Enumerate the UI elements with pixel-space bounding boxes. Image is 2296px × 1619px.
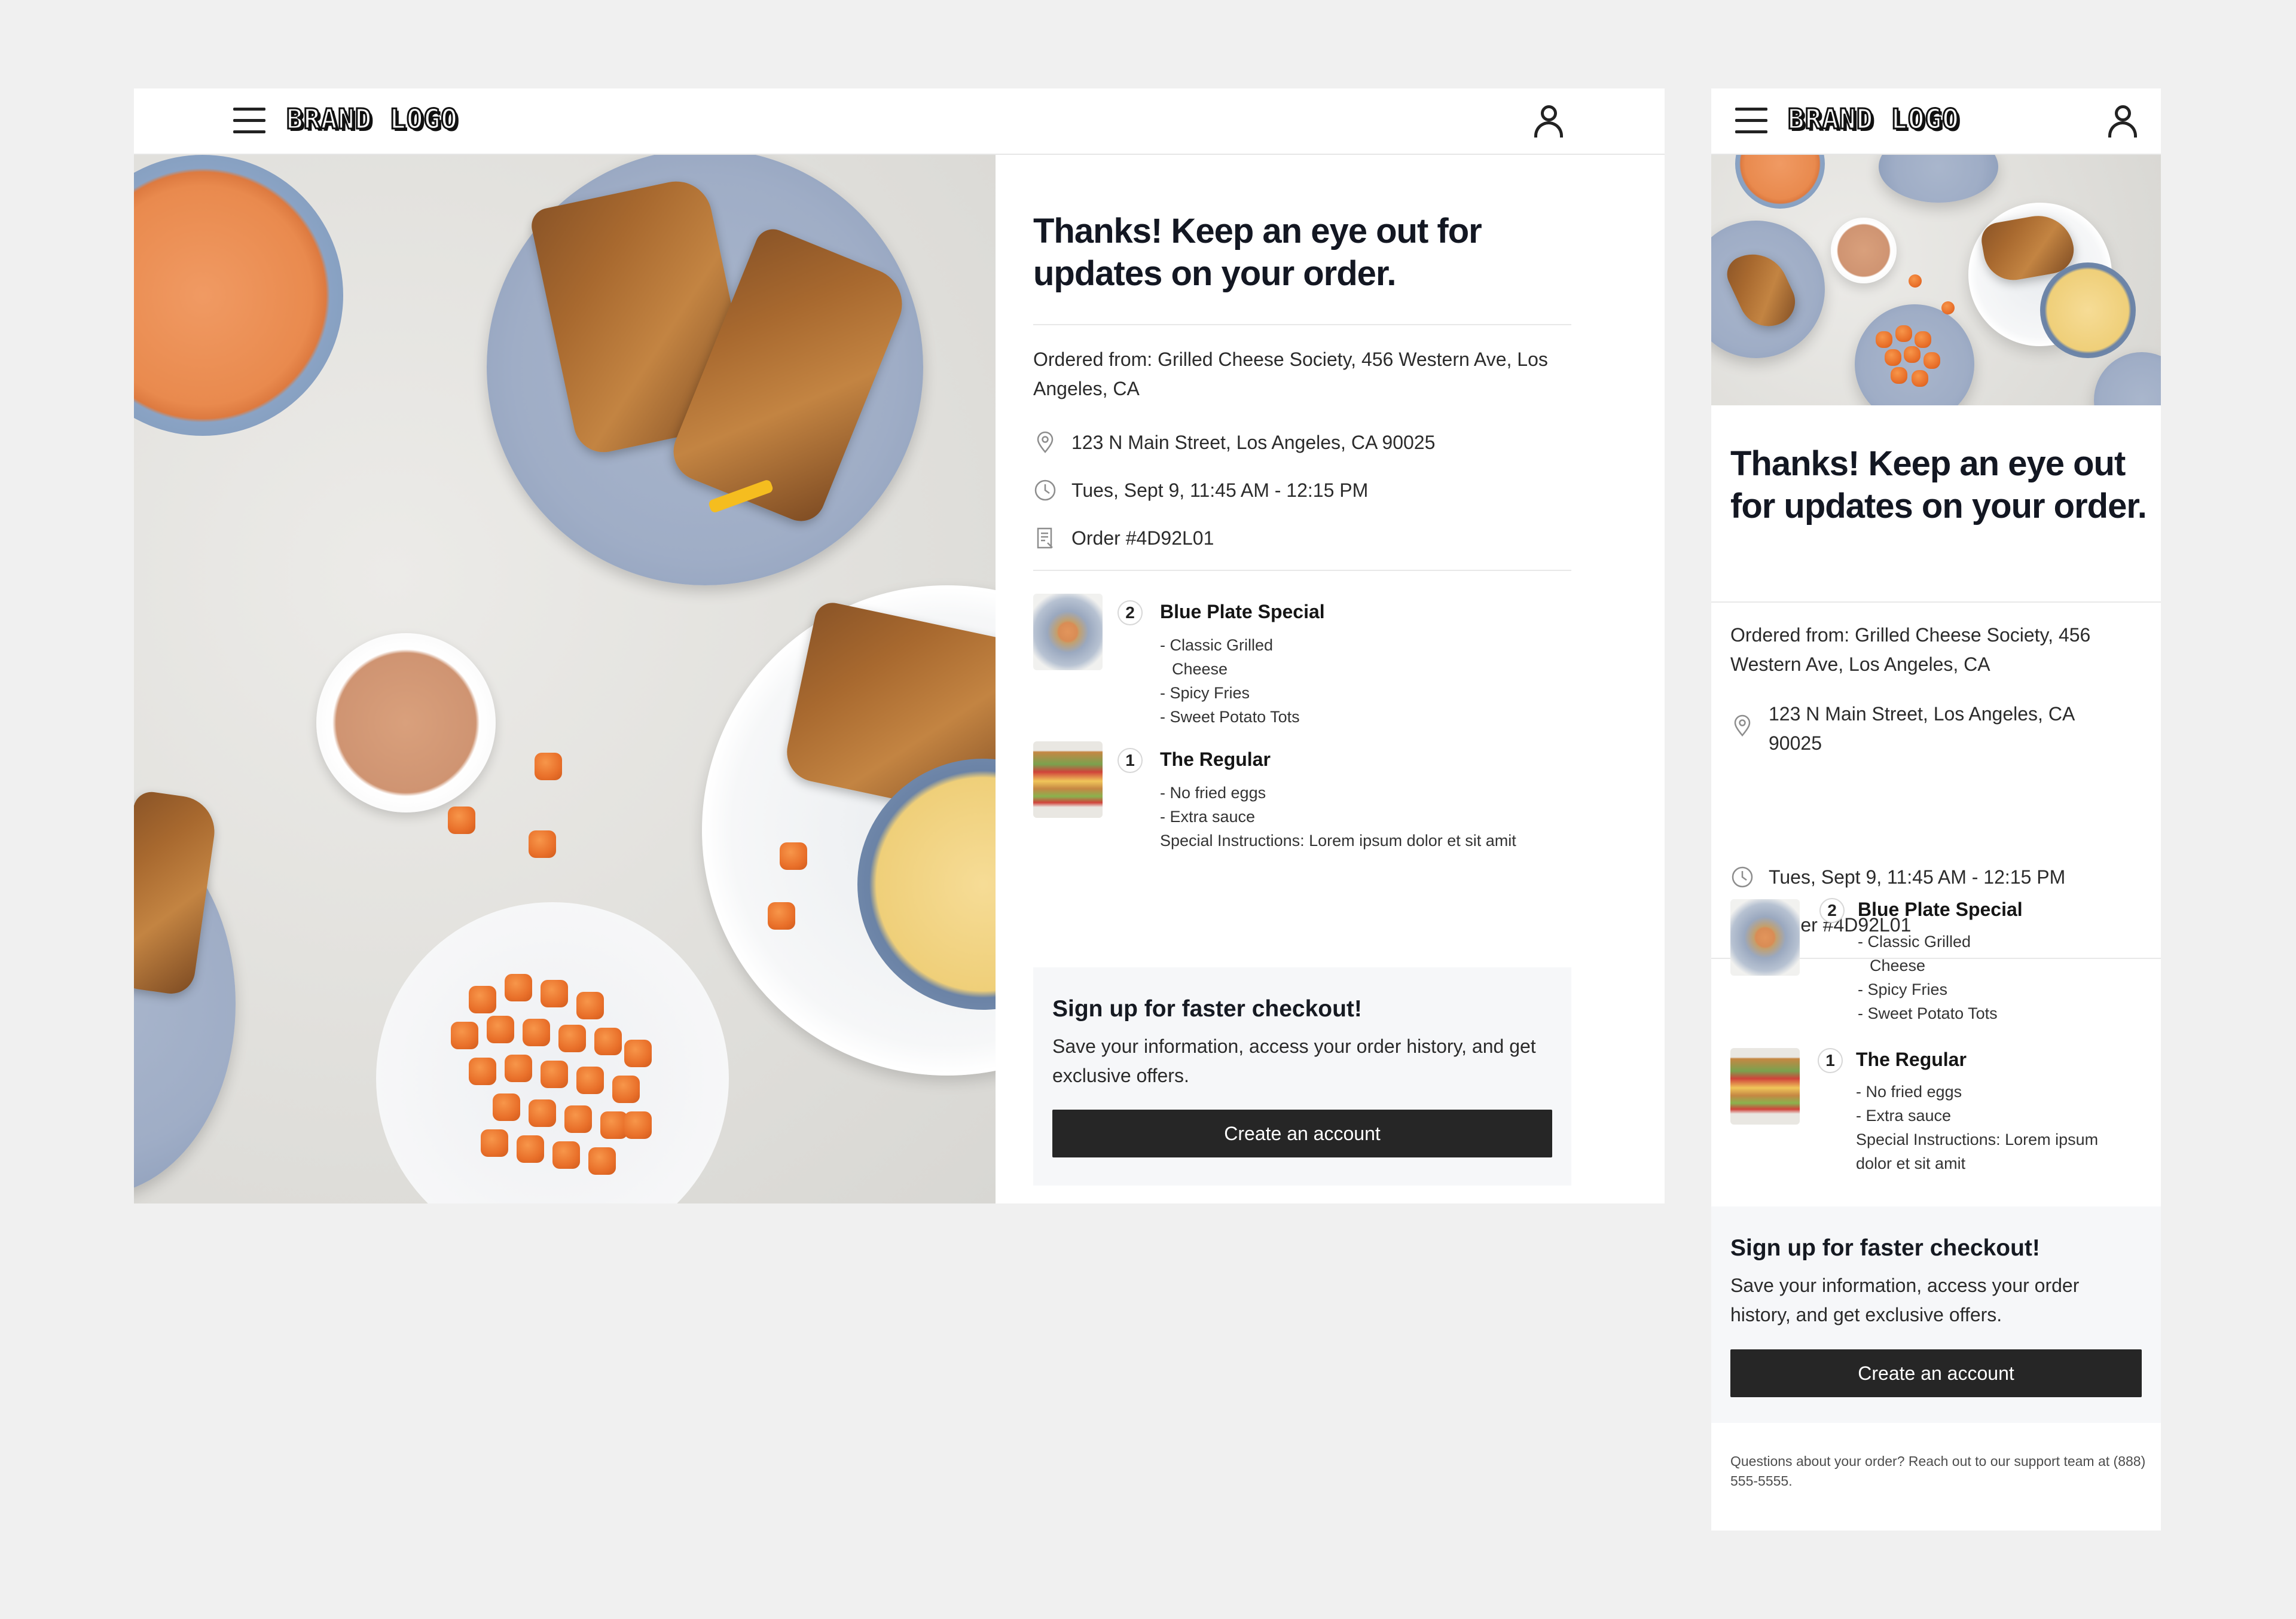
create-account-button[interactable]: Create an account — [1052, 1110, 1552, 1157]
delivery-time-row: Tues, Sept 9, 11:45 AM - 12:15 PM — [1033, 478, 1368, 502]
mobile-order-confirmation: BRAND LOGO Thanks! Keep an eye out for u… — [1711, 88, 2161, 1531]
item-quantity: 2 — [1819, 898, 1845, 923]
delivery-time: Tues, Sept 9, 11:45 AM - 12:15 PM — [1071, 479, 1369, 501]
brand-logo[interactable]: BRAND LOGO — [1787, 102, 1960, 136]
map-pin-icon — [1734, 714, 1751, 737]
item-name: The Regular — [1856, 1049, 1967, 1070]
item-quantity: 1 — [1818, 1048, 1843, 1073]
blue-plate-thumbnail — [1033, 594, 1103, 670]
blue-plate-thumbnail — [1730, 899, 1800, 976]
special-instructions: Special Instructions: Lorem ipsum dolor … — [1856, 1131, 2099, 1172]
ordered-from-text: Ordered from: Grilled Cheese Society, 45… — [1033, 349, 1548, 399]
order-details-panel: Thanks! Keep an eye out for updates on y… — [1033, 155, 1607, 1203]
item-modifiers: - Classic Grilled Cheese - Spicy Fries -… — [1160, 636, 1300, 726]
hero-food-photo — [134, 155, 996, 1203]
map-pin-icon — [1037, 431, 1054, 453]
item-quantity: 1 — [1118, 748, 1143, 773]
delivery-address-row: 123 N Main Street, Los Angeles, CA 90025 — [1033, 430, 1435, 454]
item-modifiers: - No fried eggs - Extra sauce — [1856, 1083, 1962, 1125]
signup-title: Sign up for faster checkout! — [1052, 996, 1362, 1022]
user-icon[interactable] — [2108, 105, 2137, 138]
site-header: BRAND LOGO — [134, 88, 1665, 155]
create-account-button[interactable]: Create an account — [1730, 1349, 2142, 1397]
user-icon[interactable] — [1534, 105, 1563, 138]
item-name: Blue Plate Special — [1160, 601, 1325, 622]
divider — [1033, 570, 1571, 571]
brand-logo[interactable]: BRAND LOGO — [286, 102, 459, 136]
item-modifiers: - Classic Grilled Cheese - Spicy Fries -… — [1858, 933, 1998, 1022]
divider — [1033, 324, 1571, 325]
sandwich-thumbnail — [1033, 741, 1103, 818]
item-name: Blue Plate Special — [1858, 899, 2023, 920]
hero-food-photo — [1711, 155, 2161, 405]
order-number-row: Order #4D92L01 — [1033, 526, 1214, 550]
signup-description: Save your information, access your order… — [1730, 1275, 2080, 1325]
hamburger-menu-icon[interactable] — [233, 108, 265, 134]
delivery-time-row: Tues, Sept 9, 11:45 AM - 12:15 PM — [1730, 865, 2065, 889]
item-quantity: 2 — [1118, 600, 1143, 625]
clock-icon — [1034, 479, 1056, 501]
delivery-address: 123 N Main Street, Los Angeles, CA 90025 — [1071, 431, 1436, 453]
signup-panel: Sign up for faster checkout! Save your i… — [1711, 1206, 2161, 1423]
signup-title: Sign up for faster checkout! — [1730, 1235, 2040, 1261]
site-header: BRAND LOGO — [1711, 88, 2161, 155]
receipt-icon — [1037, 527, 1053, 549]
confirmation-heading: Thanks! Keep an eye out for updates on y… — [1033, 212, 1482, 293]
divider — [1711, 601, 2161, 603]
signup-description: Save your information, access your order… — [1052, 1035, 1536, 1086]
support-text: Questions about your order? Reach out to… — [1730, 1453, 2146, 1489]
sandwich-thumbnail — [1730, 1048, 1800, 1125]
order-number: Order #4D92L01 — [1071, 527, 1214, 549]
hamburger-menu-icon[interactable] — [1735, 108, 1767, 134]
clock-icon — [1732, 866, 1753, 888]
confirmation-heading: Thanks! Keep an eye out for updates on y… — [1730, 444, 2147, 526]
ordered-from-text: Ordered from: Grilled Cheese Society, 45… — [1730, 624, 2091, 675]
delivery-address: 123 N Main Street, Los Angeles, CA 90025 — [1769, 703, 2074, 754]
delivery-time: Tues, Sept 9, 11:45 AM - 12:15 PM — [1769, 866, 2066, 888]
signup-panel: Sign up for faster checkout! Save your i… — [1033, 967, 1571, 1186]
special-instructions: Special Instructions: Lorem ipsum dolor … — [1160, 832, 1516, 850]
item-name: The Regular — [1160, 749, 1271, 770]
item-modifiers: - No fried eggs - Extra sauce — [1160, 784, 1266, 826]
desktop-order-confirmation: BRAND LOGO Thanks! Keep an eye out for u… — [134, 88, 1665, 1203]
